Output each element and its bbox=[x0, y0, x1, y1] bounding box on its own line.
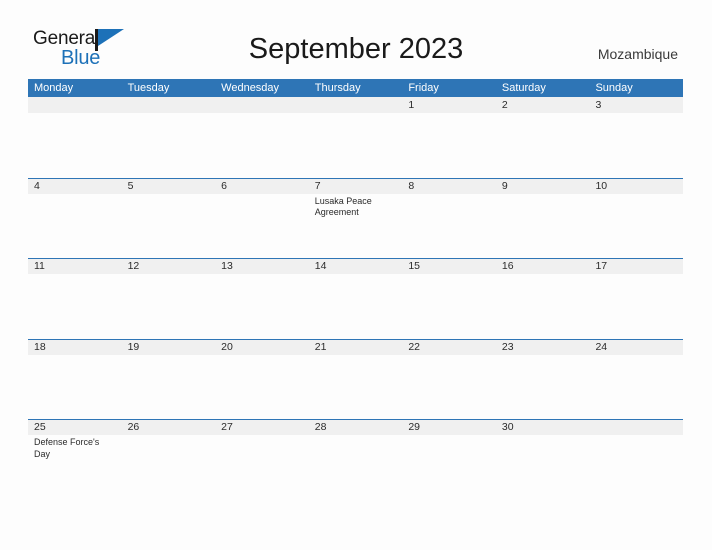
day-number: 9 bbox=[501, 179, 508, 192]
day-cell[interactable] bbox=[28, 97, 122, 178]
day-event: Defense Force's Day bbox=[34, 437, 100, 459]
day-number: 27 bbox=[221, 421, 233, 433]
day-number bbox=[221, 98, 309, 113]
day-number: 22 bbox=[408, 340, 420, 353]
day-number: 11 bbox=[34, 260, 45, 272]
day-number: 4 bbox=[34, 179, 40, 192]
day-cell[interactable]: 15 bbox=[402, 258, 496, 339]
day-cell[interactable]: 5 bbox=[122, 178, 216, 259]
day-number: 19 bbox=[127, 340, 140, 353]
day-cell[interactable]: 4 bbox=[28, 178, 122, 259]
day-number: 14 bbox=[314, 260, 327, 272]
day-number bbox=[315, 98, 403, 113]
weekday-friday: Friday bbox=[408, 82, 439, 94]
day-cell[interactable]: 23 bbox=[496, 339, 590, 420]
day-number: 17 bbox=[595, 260, 608, 272]
day-cell[interactable]: 13 bbox=[215, 258, 309, 339]
day-number: 12 bbox=[127, 260, 140, 272]
week-row: 1 2 3 bbox=[28, 97, 683, 178]
day-number: 24 bbox=[595, 340, 608, 353]
day-number: 30 bbox=[501, 421, 514, 433]
day-cell[interactable]: 9 bbox=[496, 178, 590, 259]
weekday-saturday: Saturday bbox=[501, 82, 546, 94]
week-row: 11 12 13 14 15 16 17 bbox=[28, 258, 683, 339]
weekday-wednesday: Wednesday bbox=[221, 82, 280, 94]
calendar-page: General Blue September 2023 Mozambique M… bbox=[0, 0, 712, 550]
day-number: 18 bbox=[34, 340, 46, 353]
day-cell[interactable]: 30 bbox=[496, 419, 590, 500]
weekday-tuesday: Tuesday bbox=[127, 82, 170, 94]
day-cell[interactable]: 14 bbox=[309, 258, 403, 339]
weekday-sunday: Sunday bbox=[595, 82, 633, 94]
day-number: 21 bbox=[314, 340, 327, 353]
country-label: Mozambique bbox=[597, 46, 678, 62]
day-cell[interactable]: 7 Lusaka Peace Agreement bbox=[309, 178, 403, 259]
page-header: General Blue September 2023 Mozambique bbox=[0, 0, 712, 78]
day-cell[interactable]: 28 bbox=[309, 419, 403, 500]
day-cell[interactable]: 29 bbox=[402, 419, 496, 500]
day-number: 25 bbox=[34, 421, 46, 433]
day-cell[interactable]: 8 bbox=[402, 178, 496, 259]
day-number bbox=[595, 420, 683, 435]
weekday-monday: Monday bbox=[34, 82, 74, 94]
day-number: 3 bbox=[595, 99, 602, 111]
weekday-header-row: Monday Tuesday Wednesday Thursday Friday… bbox=[28, 79, 683, 97]
day-cell[interactable]: 19 bbox=[122, 339, 216, 420]
weekday-thursday: Thursday bbox=[314, 82, 361, 94]
day-number: 2 bbox=[501, 99, 508, 111]
day-number bbox=[128, 98, 216, 113]
day-cell[interactable]: 11 bbox=[28, 258, 122, 339]
day-cell[interactable]: 16 bbox=[496, 258, 590, 339]
day-cell[interactable]: 22 bbox=[402, 339, 496, 420]
week-row: 25 Defense Force's Day 26 27 28 29 30 bbox=[28, 419, 683, 500]
day-cell[interactable]: 6 bbox=[215, 178, 309, 259]
day-cell[interactable]: 10 bbox=[589, 178, 683, 259]
day-cell[interactable]: 21 bbox=[309, 339, 403, 420]
day-number: 29 bbox=[408, 421, 420, 433]
day-number: 10 bbox=[595, 179, 608, 192]
day-number: 26 bbox=[127, 421, 140, 433]
calendar-grid: Monday Tuesday Wednesday Thursday Friday… bbox=[28, 79, 683, 500]
day-number: 7 bbox=[314, 179, 321, 192]
day-number: 28 bbox=[314, 421, 327, 433]
day-number: 13 bbox=[221, 260, 233, 272]
day-cell[interactable] bbox=[215, 97, 309, 178]
day-cell[interactable]: 25 Defense Force's Day bbox=[28, 419, 122, 500]
day-number: 6 bbox=[221, 179, 227, 192]
day-cell[interactable]: 27 bbox=[215, 419, 309, 500]
day-number: 8 bbox=[408, 179, 415, 192]
day-number: 5 bbox=[127, 179, 134, 192]
day-number: 16 bbox=[501, 260, 514, 272]
day-number bbox=[34, 98, 122, 113]
week-row: 4 5 6 7 Lusaka Peace Agreement 8 9 10 bbox=[28, 177, 683, 259]
week-row: 18 19 20 21 22 23 24 bbox=[28, 338, 683, 420]
day-cell[interactable]: 1 bbox=[402, 97, 496, 178]
day-cell[interactable]: 12 bbox=[122, 258, 216, 339]
day-cell[interactable] bbox=[309, 97, 403, 178]
day-cell[interactable]: 17 bbox=[589, 258, 683, 339]
day-cell[interactable]: 18 bbox=[28, 339, 122, 420]
day-cell[interactable]: 26 bbox=[122, 419, 216, 500]
day-event: Lusaka Peace Agreement bbox=[314, 195, 372, 218]
day-cell[interactable] bbox=[589, 419, 683, 500]
day-cell[interactable] bbox=[122, 97, 216, 178]
day-number: 1 bbox=[408, 99, 415, 111]
day-number: 15 bbox=[408, 260, 420, 272]
day-number: 20 bbox=[221, 340, 233, 353]
day-cell[interactable]: 3 bbox=[589, 97, 683, 178]
day-cell[interactable]: 2 bbox=[496, 97, 590, 178]
day-cell[interactable]: 24 bbox=[589, 339, 683, 420]
day-cell[interactable]: 20 bbox=[215, 339, 309, 420]
day-number: 23 bbox=[501, 340, 514, 353]
